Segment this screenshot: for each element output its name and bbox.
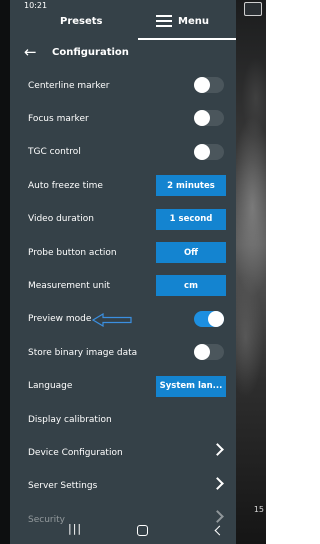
store-binary-image-data-toggle[interactable] — [194, 344, 224, 361]
setting-row-focus-marker: Focus marker — [10, 102, 236, 135]
tgc-control-toggle[interactable] — [194, 143, 224, 160]
setting-row-centerline-marker: Centerline marker — [10, 69, 236, 102]
tab-menu-label: Menu — [178, 15, 209, 27]
tab-presets[interactable]: Presets — [60, 8, 103, 34]
depth-scale-label: 15 — [253, 505, 264, 514]
toggle-knob — [194, 143, 210, 160]
toggle-knob — [194, 77, 210, 93]
tab-presets-label: Presets — [60, 15, 103, 27]
image-settings-icon[interactable] — [244, 2, 262, 16]
setting-row-server-settings[interactable]: Server Settings — [10, 470, 236, 503]
annotation-arrow-icon — [91, 313, 132, 327]
toggle-knob — [208, 310, 224, 327]
app-screen: 15 10:21 Presets Menu ← Configuration Ce… — [0, 0, 266, 544]
setting-row-language: Language System lan... — [10, 370, 236, 403]
config-header: ← Configuration — [10, 38, 236, 66]
setting-row-video-duration: Video duration 1 second — [10, 203, 236, 236]
back-arrow-icon[interactable]: ← — [24, 43, 46, 61]
setting-row-tgc-control: TGC control — [10, 136, 236, 169]
back-icon[interactable] — [214, 525, 225, 536]
setting-label: Display calibration — [28, 414, 112, 425]
auto-freeze-time-button[interactable]: 2 minutes — [156, 175, 226, 197]
page-title: Configuration — [52, 46, 129, 58]
recent-apps-icon[interactable]: ||| — [68, 522, 82, 535]
language-button[interactable]: System lan... — [156, 375, 226, 397]
focus-marker-toggle[interactable] — [194, 110, 224, 127]
video-duration-button[interactable]: 1 second — [156, 208, 226, 230]
tab-menu[interactable]: Menu — [156, 8, 209, 34]
tab-bar: Presets Menu — [10, 8, 236, 40]
centerline-marker-toggle[interactable] — [194, 77, 224, 93]
preview-mode-toggle[interactable] — [194, 310, 224, 327]
setting-label: Device Configuration — [28, 447, 123, 458]
setting-row-store-binary-image-data: Store binary image data — [10, 336, 236, 369]
navigation-bar: ||| — [10, 518, 236, 544]
setting-row-display-calibration[interactable]: Display calibration — [10, 403, 236, 436]
setting-row-probe-button-action: Probe button action Off — [10, 236, 236, 269]
measurement-unit-button[interactable]: cm — [156, 275, 226, 297]
home-icon[interactable] — [137, 525, 148, 536]
setting-row-measurement-unit: Measurement unit cm — [10, 269, 236, 302]
setting-row-auto-freeze-time: Auto freeze time 2 minutes — [10, 169, 236, 202]
setting-label: Server Settings — [28, 481, 98, 492]
hamburger-menu-icon — [156, 15, 172, 27]
ultrasound-image: 15 — [232, 0, 266, 544]
toggle-knob — [194, 110, 210, 127]
toggle-knob — [194, 344, 210, 361]
probe-button-action-button[interactable]: Off — [156, 242, 226, 263]
setting-row-device-configuration[interactable]: Device Configuration — [10, 436, 236, 469]
